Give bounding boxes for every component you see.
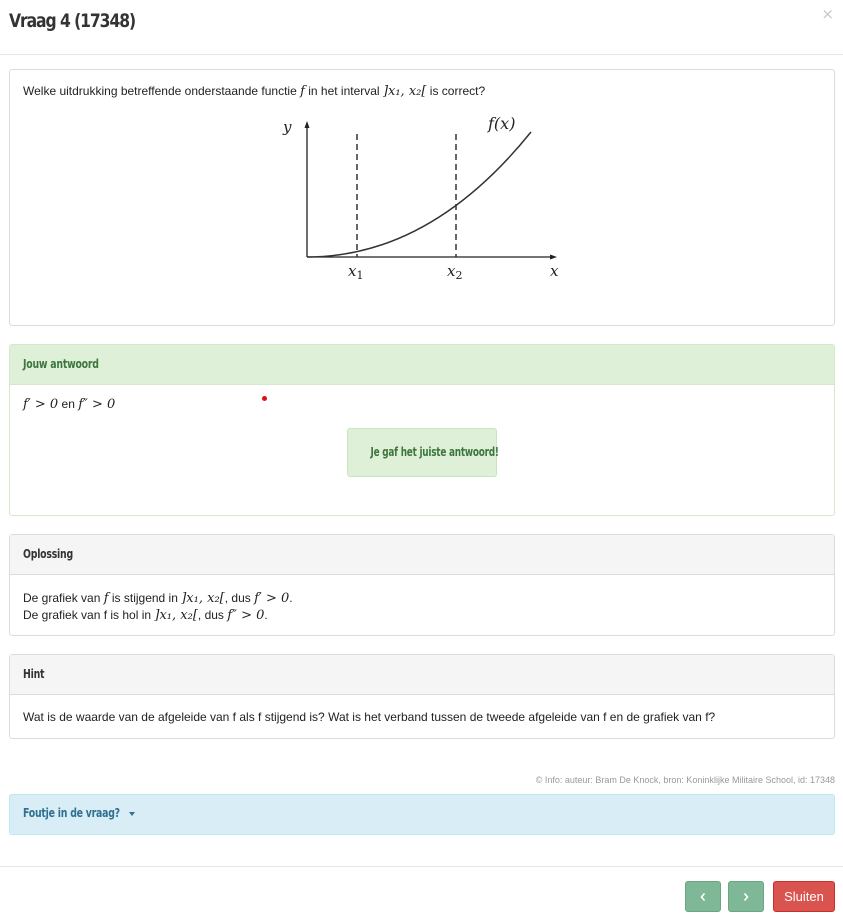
solution-math: f′ > 0 [254,591,290,606]
caret-down-icon [129,811,136,816]
next-button[interactable] [728,881,764,912]
answer-conjunction: en [58,397,79,411]
solution-text: is stijgend in [108,591,182,605]
x2-tick-label: x2 [447,262,462,282]
question-text-part: in het interval [304,84,383,98]
y-axis-label: y [282,118,292,136]
question-text-part: is correct? [426,84,486,98]
solution-text: De grafiek van [23,591,104,605]
hint-heading-text: Hint [23,667,45,681]
solution-panel: Oplossing De grafiek van f is stijgend i… [9,534,835,636]
answer-heading: Jouw antwoord [10,345,834,385]
function-graph: y x f(x) x1 x2 [282,114,559,282]
solution-heading-text: Oplossing [23,547,73,561]
x2-label-sub: 2 [455,269,462,282]
solution-heading: Oplossing [10,535,834,575]
solution-text: , dus [197,608,228,622]
x1-tick-label: x1 [348,262,363,282]
correct-feedback: Je gaf het juiste antwoord! [347,428,499,477]
solution-text: . [289,591,293,605]
function-curve [306,131,532,258]
question-interval: ]x₁, x₂[ [382,84,427,99]
question-text: Welke uitdrukking betreffende onderstaan… [23,84,485,99]
given-answer: f′ > 0 en f″ > 0 [23,397,115,412]
x-axis-label: x [550,262,559,280]
modal-title: Vraag 4 (17348) [9,10,136,32]
hint-text: Wat is de waarde van de afgeleide van f … [23,710,716,724]
red-dot-marker [262,396,267,401]
answer-expr-first: f′ > 0 [23,397,59,412]
chevron-right-icon [743,892,749,902]
fault-report-label: Foutje in de vraag? [23,806,120,820]
close-button[interactable]: Sluiten [773,881,835,912]
solution-line-1: De grafiek van f is stijgend in ]x₁, x₂[… [23,590,293,607]
solution-line-2: De grafiek van f is hol in ]x₁, x₂[, dus… [23,607,293,624]
answer-expr-second: f″ > 0 [78,397,116,412]
info-credits: © Info: auteur: Bram De Knock, bron: Kon… [535,775,835,785]
solution-text: . [264,608,268,622]
answer-panel: Jouw antwoord f′ > 0 en f″ > 0 Je gaf he… [9,344,835,516]
correct-feedback-text: Je gaf het juiste antwoord! [370,445,499,459]
solution-text: , dus [224,591,255,605]
question-panel: Welke uitdrukking betreffende onderstaan… [9,69,835,326]
x-axis-arrow [550,254,557,260]
solution-math: f″ > 0 [227,608,265,623]
solution-math: ]x₁, x₂[ [181,591,225,606]
chevron-left-icon [700,892,706,902]
fault-report-panel: Foutje in de vraag? [9,794,835,835]
question-text-part: Welke uitdrukking betreffende onderstaan… [23,84,301,98]
modal-header: Vraag 4 (17348) × [0,0,843,55]
close-icon[interactable]: × [821,5,834,23]
y-axis-arrow [304,121,310,128]
x1-label-sub: 1 [356,269,363,282]
solution-math: ]x₁, x₂[ [154,608,198,623]
solution-text: De grafiek van f is hol in [23,608,155,622]
footer-divider [0,866,843,867]
curve-label: f(x) [487,114,515,133]
previous-button[interactable] [685,881,721,912]
solution-body: De grafiek van f is stijgend in ]x₁, x₂[… [23,590,293,624]
fault-report-toggle[interactable]: Foutje in de vraag? [23,806,147,820]
hint-heading: Hint [10,655,834,695]
answer-heading-text: Jouw antwoord [23,357,99,371]
hint-panel: Hint Wat is de waarde van de afgeleide v… [9,654,835,739]
